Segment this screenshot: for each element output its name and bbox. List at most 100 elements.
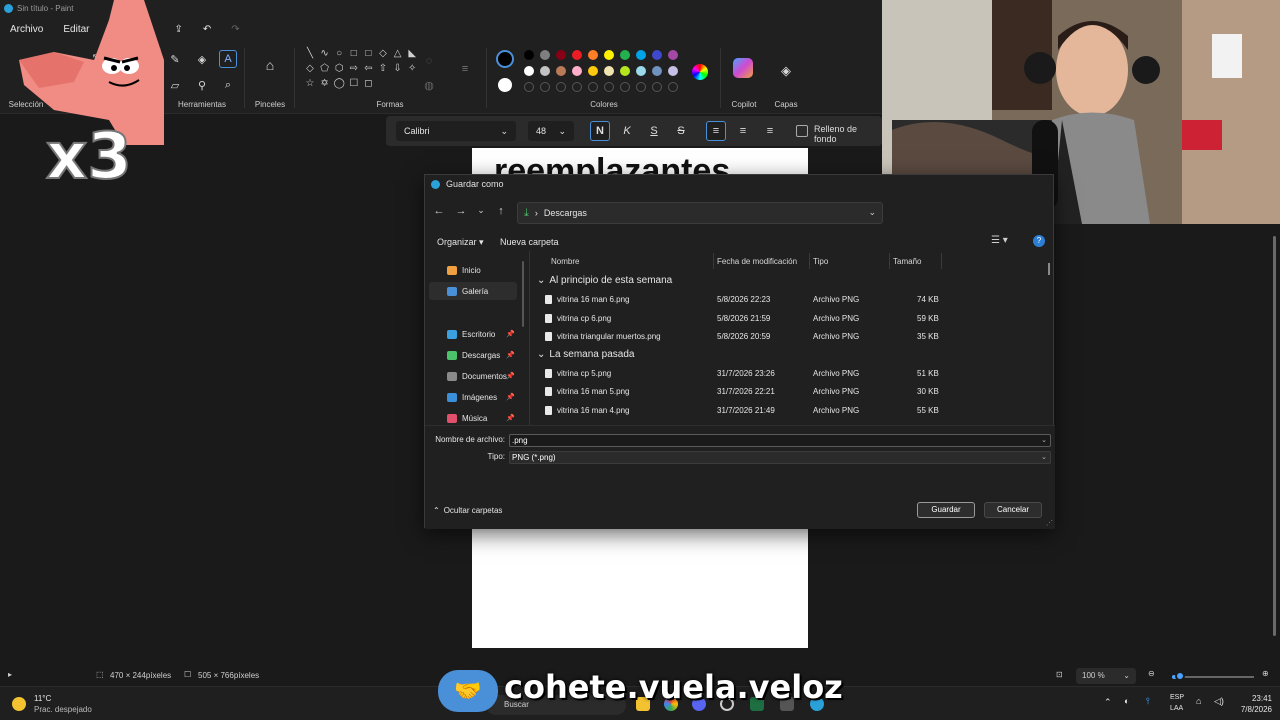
- palette-empty-slot[interactable]: [540, 82, 550, 92]
- weather-icon[interactable]: [12, 697, 26, 711]
- palette-swatch[interactable]: [588, 50, 598, 60]
- hide-folders-toggle[interactable]: ⌃ Ocultar carpetas: [433, 506, 502, 515]
- text-tool-icon[interactable]: A: [219, 50, 237, 68]
- brush-icon[interactable]: ⌂: [261, 56, 279, 74]
- palette-empty-slot[interactable]: [588, 82, 598, 92]
- file-row[interactable]: vitrina cp 5.png 31/7/2026 23:26 Archivo P…: [531, 365, 1043, 383]
- save-button[interactable]: Guardar: [917, 502, 975, 518]
- shape-option[interactable]: □: [348, 48, 360, 60]
- discord-tray-icon[interactable]: ◐: [1124, 696, 1129, 706]
- shape-option[interactable]: ◯: [333, 78, 345, 90]
- nav-item[interactable]: Imágenes 📌: [429, 388, 517, 406]
- breadcrumb-current[interactable]: Descargas: [544, 208, 587, 218]
- palette-empty-slot[interactable]: [556, 82, 566, 92]
- list-scrollbar[interactable]: [1048, 263, 1050, 275]
- magnifier-icon[interactable]: ⌕: [219, 76, 237, 94]
- redo-icon[interactable]: ↷: [221, 24, 249, 35]
- up-arrow-icon[interactable]: ↑: [493, 205, 509, 217]
- align-center-icon[interactable]: ≡: [733, 121, 753, 141]
- language-primary[interactable]: ESP: [1170, 694, 1184, 701]
- chevron-down-icon[interactable]: ⌄: [1041, 435, 1047, 446]
- cancel-button[interactable]: Cancelar: [984, 502, 1042, 518]
- back-arrow-icon[interactable]: ←: [431, 205, 447, 217]
- scroll-thumb[interactable]: [1273, 236, 1276, 636]
- shape-option[interactable]: ✡: [319, 78, 331, 90]
- palette-swatch[interactable]: [604, 50, 614, 60]
- font-size-select[interactable]: 48 ⌄: [528, 121, 574, 141]
- palette-empty-slot[interactable]: [620, 82, 630, 92]
- language-secondary[interactable]: LAA: [1170, 705, 1183, 712]
- fill-icon[interactable]: ◈: [193, 50, 211, 68]
- palette-swatch[interactable]: [588, 66, 598, 76]
- zoom-slider-knob[interactable]: [1175, 671, 1186, 681]
- pane-divider[interactable]: [529, 251, 530, 425]
- chevron-down-icon[interactable]: ⌄: [868, 207, 876, 218]
- eraser-icon[interactable]: ▱: [166, 76, 184, 94]
- volume-icon[interactable]: ◁): [1214, 696, 1224, 707]
- network-icon[interactable]: ⌂: [1196, 696, 1201, 706]
- palette-swatch[interactable]: [652, 66, 662, 76]
- filename-input[interactable]: .png ⌄: [509, 434, 1051, 447]
- size-icon[interactable]: ≡: [456, 60, 474, 78]
- column-header-type[interactable]: Tipo: [813, 257, 828, 266]
- new-folder-button[interactable]: Nueva carpeta: [500, 237, 559, 247]
- canvas-top[interactable]: reemplazantes: [472, 148, 808, 174]
- palette-swatch[interactable]: [556, 50, 566, 60]
- palette-swatch[interactable]: [524, 50, 534, 60]
- nav-item[interactable]: Escritorio 📌: [429, 325, 517, 343]
- zoom-in-icon[interactable]: ⊕: [1262, 669, 1269, 678]
- shape-option[interactable]: ⇦: [362, 63, 374, 75]
- palette-swatch[interactable]: [620, 50, 630, 60]
- nav-item[interactable]: Documentos 📌: [429, 367, 517, 385]
- shape-option[interactable]: ◇: [304, 63, 316, 75]
- color-picker-icon[interactable]: ⚲: [193, 76, 211, 94]
- shape-option[interactable]: ☐: [348, 78, 360, 90]
- shape-option[interactable]: □: [362, 48, 374, 60]
- organize-button[interactable]: Organizar ▾: [437, 237, 484, 248]
- shape-option[interactable]: ⇩: [392, 63, 404, 75]
- clock-time[interactable]: 23:41: [1236, 694, 1272, 703]
- nav-item[interactable]: Galería: [429, 282, 517, 300]
- palette-swatch[interactable]: [636, 66, 646, 76]
- copilot-icon[interactable]: [733, 58, 753, 78]
- edit-colors-icon[interactable]: [692, 64, 708, 80]
- shape-option[interactable]: ✧: [406, 63, 418, 75]
- outline-icon[interactable]: ◌: [420, 52, 438, 70]
- forward-arrow-icon[interactable]: →: [453, 205, 469, 217]
- canvas-scrollbar[interactable]: [1272, 226, 1278, 650]
- group-header[interactable]: ⌄ La semana pasada: [537, 349, 634, 360]
- shape-option[interactable]: ⇧: [377, 63, 389, 75]
- italic-button[interactable]: K: [617, 121, 637, 141]
- underline-button[interactable]: S: [644, 121, 664, 141]
- chevron-up-icon[interactable]: ⌃: [1104, 697, 1112, 708]
- palette-swatch[interactable]: [540, 50, 550, 60]
- column-separator[interactable]: [941, 253, 942, 269]
- file-row[interactable]: vitrina 16 man 6.png 5/8/2026 22:23 Archiv…: [531, 291, 1043, 309]
- column-header-name[interactable]: Nombre: [551, 257, 579, 266]
- palette-empty-slot[interactable]: [604, 82, 614, 92]
- share-icon[interactable]: ⇪: [165, 24, 193, 35]
- file-row[interactable]: vitrina cp 6.png 5/8/2026 21:59 Archivo PN…: [531, 310, 1043, 328]
- shape-option[interactable]: △: [392, 48, 404, 60]
- palette-swatch[interactable]: [524, 66, 534, 76]
- filetype-select[interactable]: PNG (*.png) ⌄: [509, 451, 1051, 464]
- zoom-out-icon[interactable]: ⊖: [1148, 669, 1155, 678]
- column-separator[interactable]: [889, 253, 890, 269]
- palette-swatch[interactable]: [540, 66, 550, 76]
- shape-option[interactable]: ◇: [377, 48, 389, 60]
- bold-button[interactable]: N: [590, 121, 610, 141]
- palette-swatch[interactable]: [668, 50, 678, 60]
- zoom-select[interactable]: 100 % ⌄: [1076, 668, 1136, 684]
- strikethrough-button[interactable]: S: [671, 121, 691, 141]
- nav-scrollbar[interactable]: [522, 261, 524, 327]
- secondary-color-swatch[interactable]: [498, 78, 512, 92]
- align-left-icon[interactable]: ≡: [706, 121, 726, 141]
- layers-icon[interactable]: ◈: [777, 62, 795, 80]
- group-header[interactable]: ⌄ Al principio de esta semana: [537, 275, 672, 286]
- fill-background-checkbox[interactable]: [796, 125, 808, 137]
- palette-swatch[interactable]: [620, 66, 630, 76]
- nav-item[interactable]: Inicio: [429, 261, 517, 279]
- file-row[interactable]: vitrina 16 man 4.png 31/7/2026 21:49 Archi…: [531, 402, 1043, 420]
- shape-option[interactable]: ◣: [406, 48, 418, 60]
- shape-option[interactable]: ╲: [304, 48, 316, 60]
